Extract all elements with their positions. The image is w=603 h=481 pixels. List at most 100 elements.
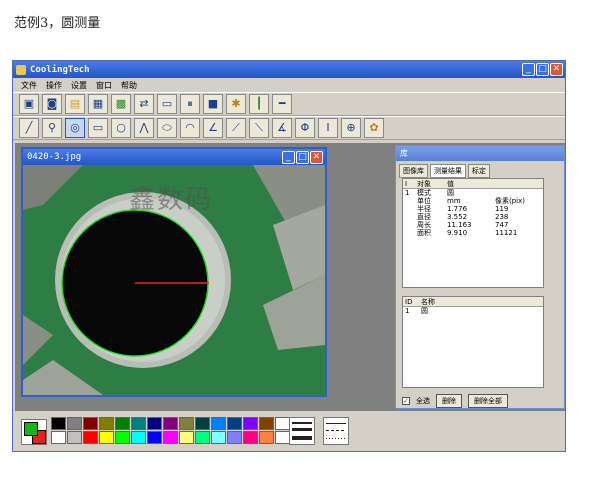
cell: [403, 221, 417, 229]
image-window: 0420-3.jpg _ □ ✕ 鑫数码: [21, 147, 327, 397]
color-swatch[interactable]: [195, 431, 210, 444]
arc-icon[interactable]: ◠: [180, 118, 200, 138]
workspace: 0420-3.jpg _ □ ✕ 鑫数码 库 图像库 测量结果 标定 I 对象 …: [15, 143, 565, 411]
color-swatch[interactable]: [99, 431, 114, 444]
color-swatch[interactable]: [211, 417, 226, 430]
cell: 238: [495, 213, 509, 221]
phi-icon[interactable]: Φ: [295, 118, 315, 138]
save-icon[interactable]: ▭: [157, 94, 177, 114]
image-canvas[interactable]: 鑫数码: [23, 165, 325, 395]
table-row[interactable]: 直径 3.552 238: [403, 213, 543, 221]
image-minimize-button[interactable]: _: [282, 151, 295, 164]
magnifier-icon[interactable]: ⚲: [42, 118, 62, 138]
color-swatches: [51, 417, 290, 444]
app-title: CoolingTech: [30, 64, 90, 75]
table-row[interactable]: 单位 mm 像素(pix): [403, 197, 543, 205]
maximize-button[interactable]: □: [536, 63, 549, 76]
angle3-icon[interactable]: ⟍: [249, 118, 269, 138]
color-swatch[interactable]: [83, 417, 98, 430]
color-swatch[interactable]: [259, 431, 274, 444]
ibeam-icon[interactable]: I: [318, 118, 338, 138]
color-swatch[interactable]: [179, 417, 194, 430]
color-swatch[interactable]: [115, 417, 130, 430]
color-swatch[interactable]: [243, 417, 258, 430]
ellipse-icon[interactable]: ⬭: [157, 118, 177, 138]
foreground-color-swatch[interactable]: [24, 422, 38, 436]
close-button[interactable]: ✕: [550, 63, 563, 76]
transfer-icon[interactable]: ⇄: [134, 94, 154, 114]
color-swatch[interactable]: [243, 431, 258, 444]
line-width-selector[interactable]: [289, 417, 315, 445]
angle2-icon[interactable]: ⟋: [226, 118, 246, 138]
folder-icon[interactable]: ▤: [65, 94, 85, 114]
results-col-value: 值: [447, 180, 454, 188]
stop-icon[interactable]: ■: [203, 94, 223, 114]
image-window-titlebar[interactable]: 0420-3.jpg: [23, 149, 325, 165]
menu-file[interactable]: 文件: [21, 80, 37, 91]
objects-col-id: ID: [405, 298, 413, 306]
color-swatch[interactable]: [99, 417, 114, 430]
table-row[interactable]: 面积 9.910 11121: [403, 229, 543, 237]
color-swatch[interactable]: [275, 431, 290, 444]
rectangle-icon[interactable]: ▭: [88, 118, 108, 138]
pause-icon[interactable]: ⏸: [180, 94, 200, 114]
image-close-button[interactable]: ✕: [310, 151, 323, 164]
tab-measure-results[interactable]: 测量结果: [430, 164, 466, 178]
results-col-index: I: [405, 180, 408, 188]
line-icon[interactable]: ╱: [19, 118, 39, 138]
capture-icon[interactable]: ▩: [111, 94, 131, 114]
circle-measure-icon[interactable]: ◎: [65, 118, 85, 138]
menu-window[interactable]: 窗口: [96, 80, 112, 91]
color-swatch[interactable]: [179, 431, 194, 444]
current-color-indicator[interactable]: [21, 419, 47, 445]
palette-icon[interactable]: ✿: [364, 118, 384, 138]
tab-calibration[interactable]: 标定: [468, 164, 490, 178]
ruler-h-icon[interactable]: ━: [272, 94, 292, 114]
delete-button[interactable]: 删除: [436, 394, 462, 408]
color-swatch[interactable]: [195, 417, 210, 430]
ruler-v-icon[interactable]: ┃: [249, 94, 269, 114]
polyline-icon[interactable]: ⋀: [134, 118, 154, 138]
menu-operate[interactable]: 操作: [46, 80, 62, 91]
menu-help[interactable]: 帮助: [121, 80, 137, 91]
angle1-icon[interactable]: ∠: [203, 118, 223, 138]
table-row[interactable]: 半径 1.776 119: [403, 205, 543, 213]
cell: 单位: [417, 197, 431, 205]
color-swatch[interactable]: [83, 431, 98, 444]
table-row[interactable]: 1 模式 圆: [403, 189, 543, 197]
color-swatch[interactable]: [163, 431, 178, 444]
color-swatch[interactable]: [163, 417, 178, 430]
color-swatch[interactable]: [51, 417, 66, 430]
color-swatch[interactable]: [147, 417, 162, 430]
minimize-button[interactable]: _: [522, 63, 535, 76]
color-swatch[interactable]: [147, 431, 162, 444]
select-all-checkbox[interactable]: ✓: [402, 397, 410, 405]
tab-image-library[interactable]: 图像库: [399, 164, 428, 178]
color-swatch[interactable]: [131, 417, 146, 430]
angle4-icon[interactable]: ∡: [272, 118, 292, 138]
color-swatch[interactable]: [67, 431, 82, 444]
color-swatch[interactable]: [211, 431, 226, 444]
color-swatch[interactable]: [227, 417, 242, 430]
monitor-icon[interactable]: ▣: [19, 94, 39, 114]
color-swatch[interactable]: [259, 417, 274, 430]
menu-settings[interactable]: 设置: [71, 80, 87, 91]
table-row[interactable]: 1 圆: [403, 307, 543, 315]
color-swatch[interactable]: [227, 431, 242, 444]
circle-icon[interactable]: ○: [111, 118, 131, 138]
image-maximize-button[interactable]: □: [296, 151, 309, 164]
line-style-selector[interactable]: [323, 417, 349, 445]
color-swatch[interactable]: [67, 417, 82, 430]
phi-arrow-icon[interactable]: ⊕: [341, 118, 361, 138]
delete-all-button[interactable]: 删除全部: [468, 394, 508, 408]
color-swatch[interactable]: [115, 431, 130, 444]
table-row[interactable]: 周长 11.163 747: [403, 221, 543, 229]
app-titlebar[interactable]: CoolingTech _ □ ✕: [13, 61, 565, 78]
color-palette: [15, 413, 565, 451]
wrench-icon[interactable]: ✱: [226, 94, 246, 114]
camera-icon[interactable]: ◙: [42, 94, 62, 114]
color-swatch[interactable]: [51, 431, 66, 444]
color-swatch[interactable]: [131, 431, 146, 444]
color-swatch[interactable]: [275, 417, 290, 430]
image-icon[interactable]: ▦: [88, 94, 108, 114]
